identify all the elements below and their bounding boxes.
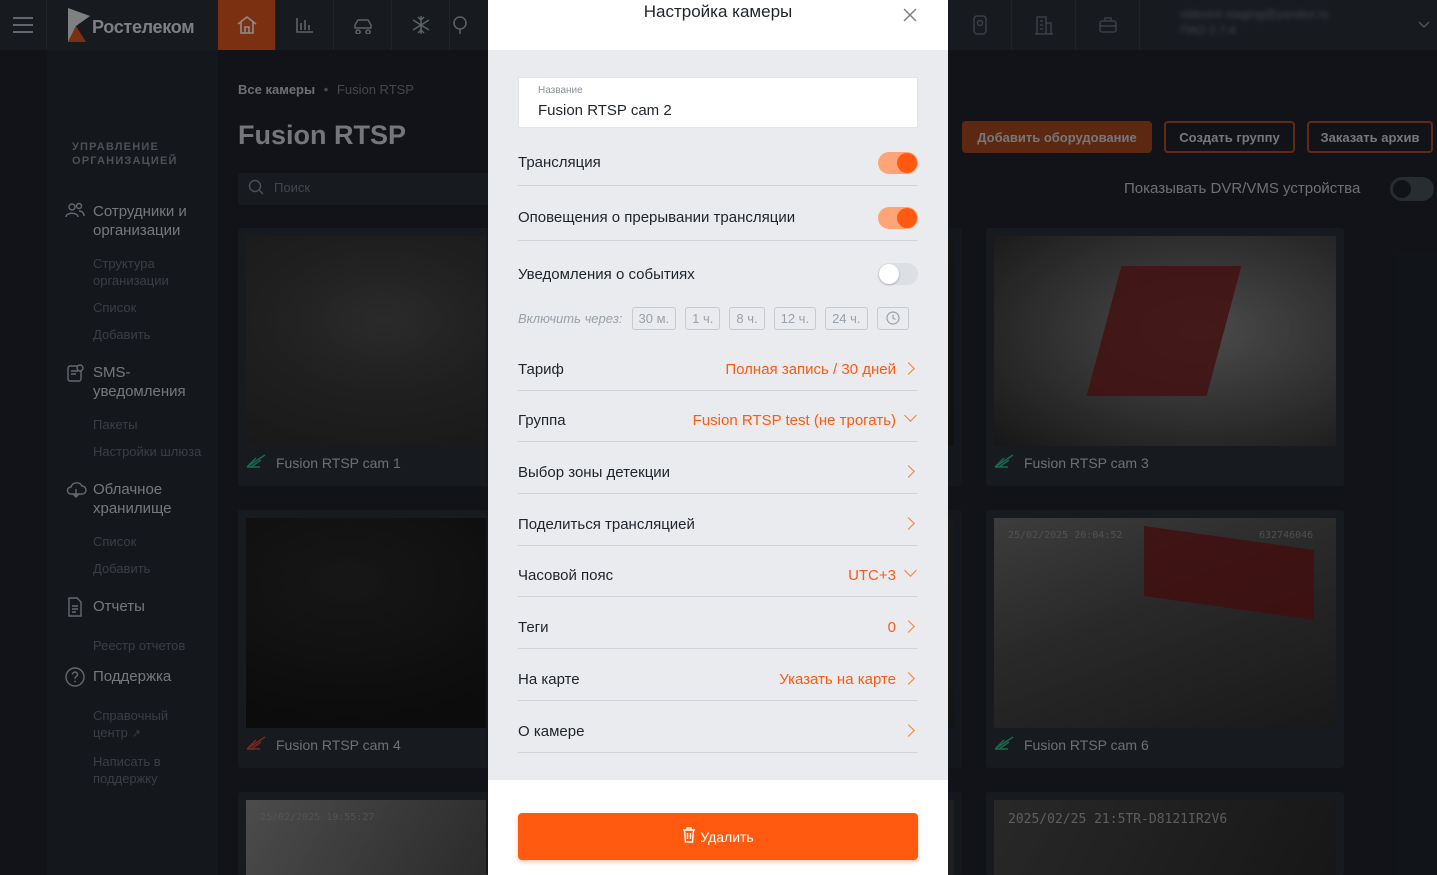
enable-12h-button[interactable]: 12 ч. [773,306,817,330]
interrupt-alerts-toggle[interactable] [878,206,918,229]
map-row[interactable]: На карте Указать на карте [518,658,918,701]
about-camera-row[interactable]: О камере [518,710,918,753]
chevron-right-icon [902,618,918,636]
delete-button[interactable]: Удалить [518,813,918,860]
map-value: Указать на карте [779,670,896,688]
interrupt-alerts-label: Оповещения о прерывании трансляции [518,209,796,226]
modal-header: Настройка камеры [488,0,948,50]
close-icon[interactable] [902,1,918,29]
camera-name-input[interactable] [538,102,898,119]
chevron-down-icon [904,563,918,585]
camera-name-field[interactable]: Название [518,77,918,128]
group-value: Fusion RTSP test (не трогать) [692,411,896,429]
timezone-label: Часовой пояс [518,566,614,584]
enable-via-label: Включить через: [518,310,623,326]
timezone-value: UTC+3 [848,566,896,584]
modal-footer: Удалить [488,780,948,875]
share-stream-row[interactable]: Поделиться трансляцией [518,503,918,546]
enable-24h-button[interactable]: 24 ч. [825,306,868,330]
clock-icon[interactable] [876,306,909,330]
enable-30m-button[interactable]: 30 м. [631,306,677,330]
tags-count: 0 [887,618,896,636]
chevron-right-icon [902,463,918,481]
enable-8h-button[interactable]: 8 ч. [729,306,765,330]
camera-settings-modal: Настройка камеры Название Трансляция Опо… [488,0,948,875]
detection-zone-label: Выбор зоны детекции [518,463,671,481]
broadcast-row: Трансляция [518,140,918,186]
timezone-row[interactable]: Часовой пояс UTC+3 [518,554,918,597]
map-label: На карте [518,670,580,688]
interrupt-alerts-row: Оповещения о прерывании трансляции [518,195,918,241]
share-stream-label: Поделиться трансляцией [518,515,695,533]
group-label: Группа [518,411,566,429]
about-camera-label: О камере [518,722,585,740]
event-notifications-toggle[interactable] [878,263,918,285]
event-notifications-label: Уведомления о событиях [518,265,695,283]
trash-icon [682,827,696,846]
chevron-right-icon [902,670,918,688]
tariff-row[interactable]: Тариф Полная запись / 30 дней [518,348,918,391]
broadcast-toggle[interactable] [878,151,918,174]
delete-label: Удалить [700,828,754,845]
tags-row[interactable]: Теги 0 [518,606,918,649]
chevron-down-icon [904,408,918,430]
tags-label: Теги [518,618,549,636]
group-row[interactable]: Группа Fusion RTSP test (не трогать) [518,399,918,442]
tariff-label: Тариф [518,360,564,378]
modal-title: Настройка камеры [643,2,793,21]
event-notifications-row: Уведомления о событиях [518,251,918,297]
enable-1h-button[interactable]: 1 ч. [685,306,721,330]
chevron-right-icon [902,360,918,378]
chevron-right-icon [902,722,918,740]
enable-via-row: Включить через: 30 м. 1 ч. 8 ч. 12 ч. 24… [518,306,918,330]
broadcast-label: Трансляция [518,154,601,171]
tariff-value: Полная запись / 30 дней [725,360,896,378]
detection-zone-row[interactable]: Выбор зоны детекции [518,451,918,494]
camera-name-label: Название [538,85,583,96]
chevron-right-icon [902,515,918,533]
